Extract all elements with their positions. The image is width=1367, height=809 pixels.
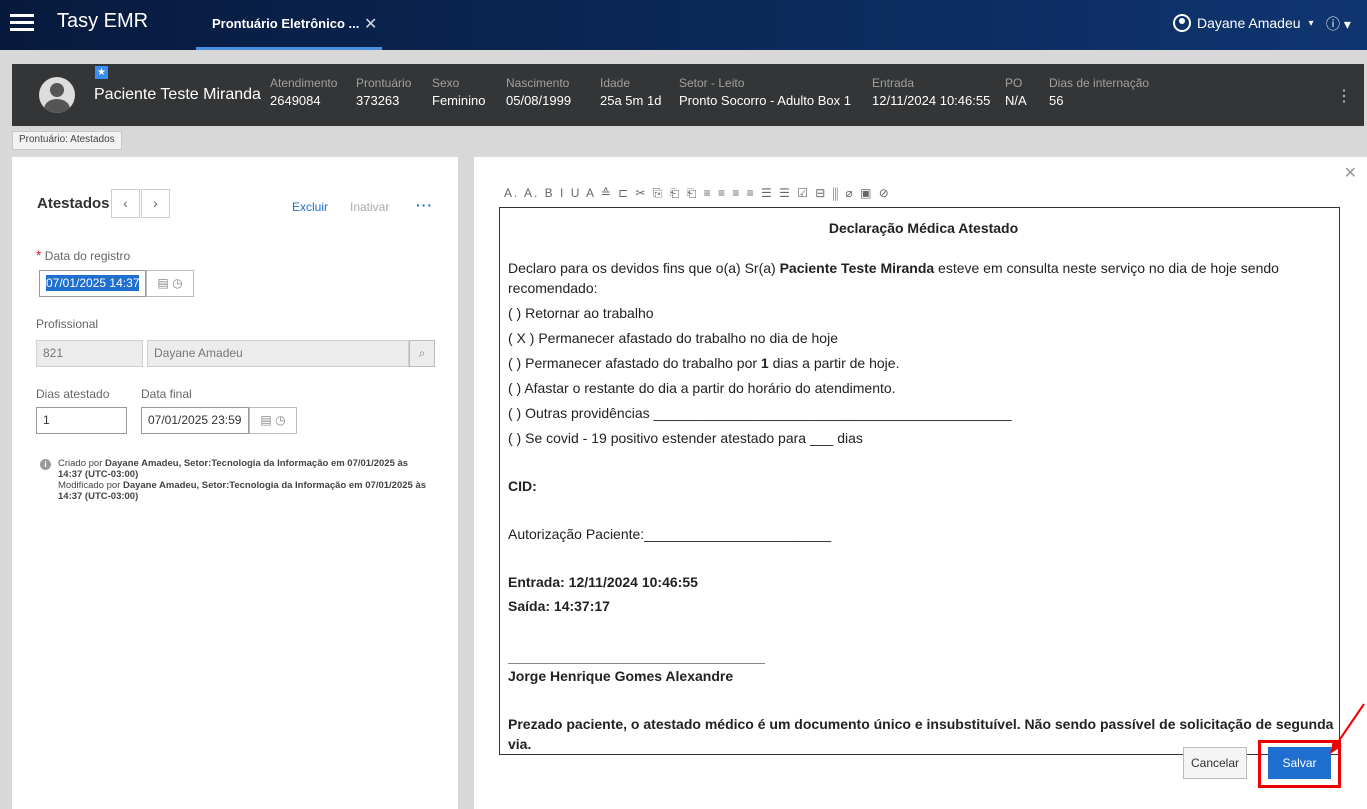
- field-po: PO N/A: [1005, 76, 1027, 108]
- data-final-input[interactable]: 07/01/2025 23:59: [141, 407, 249, 434]
- date-final-picker[interactable]: ▤ ◷: [249, 407, 297, 434]
- patient-name: Paciente Teste Miranda: [94, 86, 261, 103]
- doc-cid: CID:: [508, 478, 537, 494]
- highlight-box: [1258, 740, 1341, 788]
- dias-atestado-input[interactable]: 1: [36, 407, 127, 434]
- audit-info: Criado por Dayane Amadeu, Setor:Tecnolog…: [58, 458, 427, 502]
- editor-panel: ✕ A. A. B I U A ≙ ⊏ ✂ ⎘ ⎗ ⎗ ≡ ≡ ≡ ≡ ☰ ☰ …: [474, 157, 1367, 809]
- info-icon[interactable]: ⓘ ▾: [1326, 14, 1351, 34]
- chevron-down-icon: ▾: [1308, 17, 1314, 29]
- excluir-button[interactable]: Excluir: [292, 200, 328, 214]
- profissional-label: Profissional: [36, 317, 99, 331]
- calendar-icon[interactable]: ▤: [157, 276, 168, 290]
- data-final-label: Data final: [141, 387, 192, 401]
- user-menu[interactable]: Dayane Amadeu ▾: [1173, 14, 1314, 32]
- close-icon[interactable]: ✕: [1344, 163, 1357, 183]
- breadcrumb-current: Atestados: [70, 134, 115, 145]
- doc-option: ( ) Afastar o restante do dia a partir d…: [508, 380, 896, 396]
- cancel-button[interactable]: Cancelar: [1183, 747, 1247, 779]
- star-icon: ★: [95, 66, 108, 79]
- field-setor-leito: Setor - Leito Pronto Socorro - Adulto Box…: [679, 76, 851, 108]
- more-actions-button[interactable]: ···: [416, 197, 433, 213]
- doc-saida: Saída: 14:37:17: [508, 598, 610, 614]
- doc-option: ( ) Se covid - 19 positivo estender ates…: [508, 430, 863, 446]
- doc-option: ( ) Outras providências ________________…: [508, 405, 1012, 421]
- atestados-form-panel: Atestados ‹ › Excluir Inativar ··· * Dat…: [12, 157, 458, 809]
- app-title: Tasy EMR: [57, 10, 149, 32]
- panel-title: Atestados: [37, 195, 110, 212]
- doc-title: Declaração Médica Atestado: [828, 220, 1019, 236]
- more-vertical-icon[interactable]: ⋮: [1336, 86, 1352, 106]
- required-marker: *: [36, 247, 42, 263]
- doc-option: ( X ) Permanecer afastado do trabalho no…: [508, 330, 838, 346]
- next-record-button[interactable]: ›: [141, 189, 170, 218]
- doc-autorizacao: Autorização Paciente:___________________…: [508, 526, 832, 542]
- user-icon: [1173, 14, 1191, 32]
- doc-signature-line: _________________________________: [508, 649, 765, 665]
- field-idade: Idade 25a 5m 1d: [600, 76, 662, 108]
- profissional-name-input[interactable]: Dayane Amadeu: [147, 340, 409, 367]
- patient-avatar: [39, 77, 75, 113]
- doc-option: ( ) Permanecer afastado do trabalho por …: [508, 355, 900, 371]
- doc-entrada: Entrada: 12/11/2024 10:46:55: [508, 574, 698, 590]
- menu-icon[interactable]: [10, 10, 34, 34]
- data-registro-label: * Data do registro: [36, 247, 131, 263]
- field-prontuario: Prontuário 373263: [356, 76, 412, 108]
- breadcrumb-prefix: Prontuário:: [19, 134, 68, 145]
- field-dias-internacao: Dias de internação 56: [1049, 76, 1150, 108]
- data-registro-input[interactable]: 07/01/2025 14:37: [39, 270, 146, 297]
- field-nascimento: Nascimento 05/08/1999: [506, 76, 572, 108]
- clock-icon[interactable]: ◷: [275, 413, 285, 427]
- tab-close-icon[interactable]: ✕: [364, 14, 377, 34]
- editor-toolbar[interactable]: A. A. B I U A ≙ ⊏ ✂ ⎘ ⎗ ⎗ ≡ ≡ ≡ ≡ ☰ ☰ ☑ …: [504, 186, 891, 201]
- profissional-code-input[interactable]: 821: [36, 340, 143, 367]
- document-editor[interactable]: Declaração Médica Atestado Declaro para …: [499, 207, 1340, 755]
- doc-intro: Declaro para os devidos fins que o(a) Sr…: [508, 260, 1279, 296]
- field-atendimento: Atendimento 2649084: [270, 76, 338, 108]
- doc-doctor: Jorge Henrique Gomes Alexandre: [508, 668, 734, 684]
- date-time-picker[interactable]: ▤ ◷: [146, 270, 194, 297]
- inativar-button[interactable]: Inativar: [350, 200, 389, 214]
- tab-prontuario[interactable]: Prontuário Eletrônico ...: [196, 0, 382, 50]
- dias-atestado-label: Dias atestado: [36, 387, 110, 401]
- patient-header: ★ Paciente Teste Miranda Atendimento 2649…: [12, 64, 1364, 126]
- top-bar: Tasy EMR Prontuário Eletrônico ... ✕ Day…: [0, 0, 1367, 50]
- field-entrada: Entrada 12/11/2024 10:46:55: [872, 76, 991, 108]
- clock-icon[interactable]: ◷: [172, 276, 182, 290]
- field-sexo: Sexo Feminino: [432, 76, 486, 108]
- search-professional-icon[interactable]: ⌕: [409, 340, 435, 367]
- calendar-icon[interactable]: ▤: [260, 413, 271, 427]
- doc-option: ( ) Retornar ao trabalho: [508, 305, 654, 321]
- breadcrumb[interactable]: Prontuário: Atestados: [12, 131, 122, 150]
- prev-record-button[interactable]: ‹: [111, 189, 140, 218]
- user-name: Dayane Amadeu: [1197, 15, 1301, 31]
